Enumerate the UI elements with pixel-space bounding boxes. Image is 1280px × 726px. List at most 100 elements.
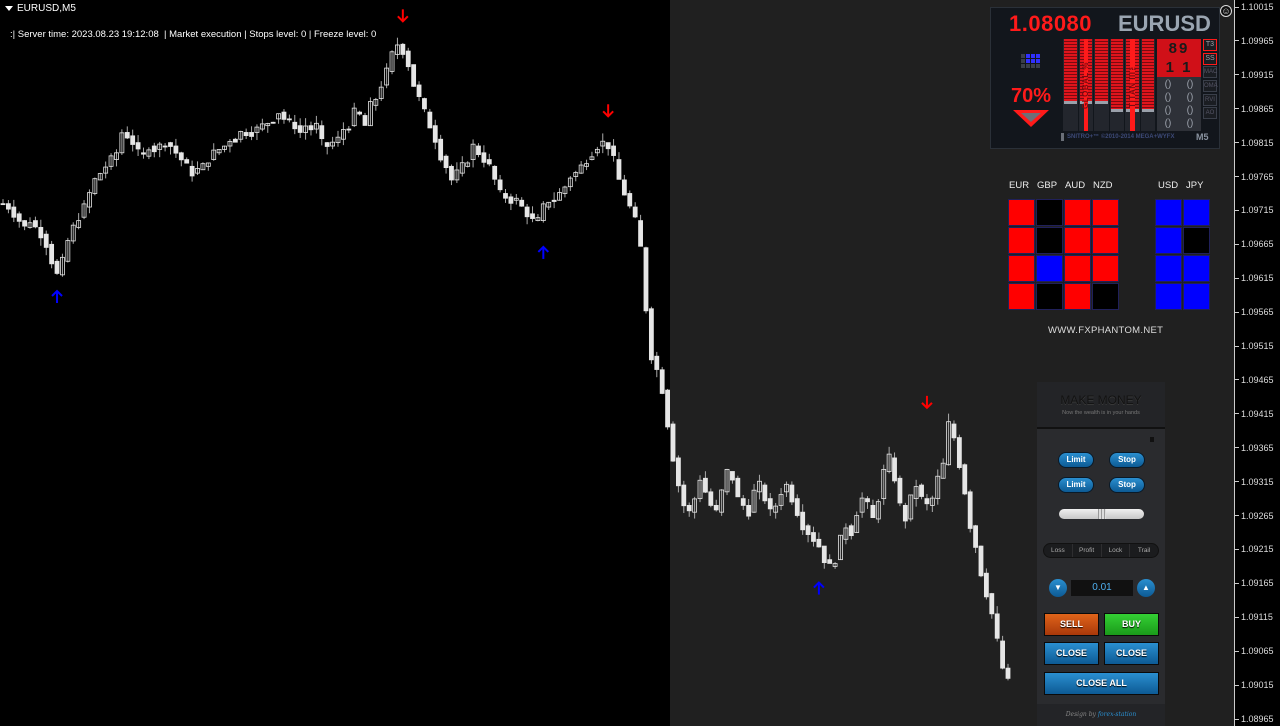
mode-tab-trail[interactable]: Trail xyxy=(1130,544,1158,557)
close-sell-button[interactable]: CLOSE xyxy=(1044,642,1099,665)
candle-body xyxy=(686,504,692,512)
lot-decrease-button[interactable]: ▼ xyxy=(1049,579,1067,597)
candle-body xyxy=(973,525,978,548)
candle-body xyxy=(416,84,422,97)
candle-body xyxy=(951,423,957,439)
candle-body xyxy=(189,165,195,177)
price-tick: 1.09365 xyxy=(1235,442,1280,454)
indicator-label: AO xyxy=(1203,107,1217,120)
neutral-signal-icon: () xyxy=(1164,92,1172,103)
candle-body xyxy=(962,464,968,495)
candle-body xyxy=(422,98,427,110)
strength-bars: GLOBAL % TITAN III™ xyxy=(1063,39,1155,131)
price-slider[interactable] xyxy=(1059,509,1144,519)
strength-bar xyxy=(1094,39,1109,131)
currency-header: NZD xyxy=(1093,180,1113,191)
candle-body xyxy=(411,64,417,87)
indicator-label: SS xyxy=(1203,52,1217,65)
currency-header: EUR xyxy=(1009,180,1030,191)
candle-body xyxy=(508,196,514,204)
signal-row: () () xyxy=(1157,92,1201,105)
candle-body xyxy=(16,213,22,222)
candle-body xyxy=(11,206,17,218)
symbol-menu[interactable]: EURUSD,M5 xyxy=(5,3,76,14)
currency-header: GBP xyxy=(1037,180,1058,191)
grid-icon xyxy=(1021,54,1041,68)
buy-button[interactable]: BUY xyxy=(1104,613,1159,636)
copyright: SNITRO+™ ©2010-2014 MEGA+WYFX xyxy=(1067,134,1175,140)
neutral-signal-icon: () xyxy=(1186,92,1194,103)
candle-body xyxy=(178,152,184,161)
candle-body xyxy=(865,498,870,503)
down-triangle-icon xyxy=(1013,110,1049,127)
mode-selector[interactable]: Loss Profit Lock Trail xyxy=(1043,543,1159,558)
candle-body xyxy=(616,159,622,180)
indicator-labels: T3 SS MAC OMA RVI AO xyxy=(1203,39,1218,121)
candle-body xyxy=(713,504,719,511)
candle-body xyxy=(805,525,811,535)
candle-body xyxy=(346,128,352,131)
expert-smiley-icon[interactable]: ☺ xyxy=(1220,5,1232,17)
lot-value[interactable]: 0.01 xyxy=(1071,580,1133,596)
candle-body xyxy=(670,423,676,462)
sell-arrow-icon xyxy=(397,9,409,23)
candle-body xyxy=(632,206,638,218)
limit-button-2[interactable]: Limit xyxy=(1058,477,1094,493)
candle-body xyxy=(746,504,752,517)
lock-icon[interactable] xyxy=(1150,437,1154,442)
price-tick-label: 1.09315 xyxy=(1241,476,1274,487)
currency-header: AUD xyxy=(1065,180,1086,191)
price-tick-label: 1.09465 xyxy=(1241,374,1274,385)
candle-body xyxy=(816,538,822,548)
candle-body xyxy=(33,220,38,228)
price-tick: 1.09515 xyxy=(1235,340,1280,352)
candle-body xyxy=(319,125,325,140)
price-axis[interactable]: 1.10015 1.09965 1.09915 1.09865 1.09815 1.097… xyxy=(1234,0,1280,726)
candle-body xyxy=(767,498,773,510)
strength-cell xyxy=(1183,255,1210,282)
candle-body xyxy=(648,308,654,361)
strength-bar xyxy=(1063,39,1078,131)
candle-body xyxy=(357,111,363,115)
stop-button-2[interactable]: Stop xyxy=(1109,477,1145,493)
mode-tab-lock[interactable]: Lock xyxy=(1102,544,1131,557)
candle-body xyxy=(794,498,800,516)
website-link[interactable]: WWW.FXPHANTOM.NET xyxy=(1048,325,1163,336)
pair-label: EURUSD xyxy=(1118,11,1211,36)
candle-body xyxy=(362,115,368,126)
mode-tab-profit[interactable]: Profit xyxy=(1073,544,1102,557)
price-tick-label: 1.09815 xyxy=(1241,137,1274,148)
slider-thumb[interactable] xyxy=(1097,509,1106,519)
strength-cell xyxy=(1036,199,1063,226)
sell-button[interactable]: SELL xyxy=(1044,613,1099,636)
lot-increase-button[interactable]: ▲ xyxy=(1137,579,1155,597)
price-tick: 1.09215 xyxy=(1235,543,1280,555)
strength-cell xyxy=(1183,199,1210,226)
candle-body xyxy=(811,532,816,542)
lot-stepper[interactable]: ▼ 0.01 ▲ xyxy=(1049,579,1155,597)
candle-body xyxy=(432,125,438,143)
close-buy-button[interactable]: CLOSE xyxy=(1104,642,1159,665)
strength-cell xyxy=(1008,283,1035,310)
close-all-button[interactable]: CLOSE ALL xyxy=(1044,672,1159,695)
limit-button-1[interactable]: Limit xyxy=(1058,452,1094,468)
buy-arrow-icon xyxy=(51,289,63,304)
candle-body xyxy=(443,155,449,169)
candle-body xyxy=(827,559,833,564)
server-status: :| Server time: 2023.08.23 19:12:08 | Ma… xyxy=(10,29,377,40)
stop-button-1[interactable]: Stop xyxy=(1109,452,1145,468)
indicator-label: MAC xyxy=(1203,66,1217,79)
candle-body xyxy=(54,260,60,274)
strength-bar: GLOBAL % xyxy=(1078,39,1093,131)
strength-cell xyxy=(1155,227,1182,254)
candle-body xyxy=(821,545,827,564)
price-tick: 1.09915 xyxy=(1235,69,1280,81)
price-tick: 1.09265 xyxy=(1235,510,1280,522)
price-tick-label: 1.09165 xyxy=(1241,578,1274,589)
price-tick: 1.09615 xyxy=(1235,272,1280,284)
trade-panel-title: MAKE MONEY xyxy=(1060,393,1142,407)
candle-body xyxy=(638,220,643,247)
mode-tab-loss[interactable]: Loss xyxy=(1044,544,1073,557)
candle-body xyxy=(621,179,627,196)
score-bottom: 1 1 xyxy=(1165,59,1193,76)
